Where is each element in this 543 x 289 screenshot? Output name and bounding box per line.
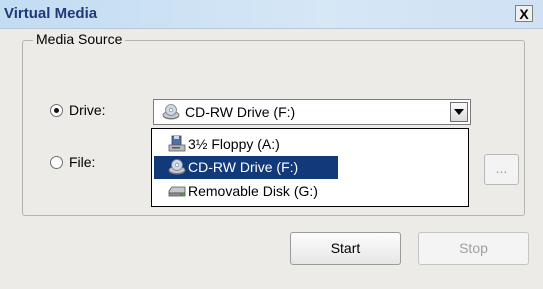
dropdown-arrow-button[interactable] bbox=[450, 102, 468, 122]
dropdown-item-label: 3½ Floppy (A:) bbox=[188, 136, 280, 152]
drive-select[interactable]: CD-RW Drive (F:) bbox=[153, 99, 471, 125]
radio-selected-dot bbox=[54, 108, 59, 113]
window-title: Virtual Media bbox=[4, 5, 98, 22]
dropdown-item-removable[interactable]: Removable Disk (G:) bbox=[154, 180, 338, 203]
chevron-down-icon bbox=[454, 109, 464, 115]
file-radio[interactable] bbox=[50, 156, 63, 169]
close-button[interactable]: X bbox=[515, 5, 533, 22]
drive-radio[interactable] bbox=[50, 104, 63, 117]
file-radio-label[interactable]: File: bbox=[69, 154, 95, 170]
drive-select-value: CD-RW Drive (F:) bbox=[185, 104, 296, 120]
cd-drive-icon bbox=[162, 104, 180, 120]
dropdown-item-label: Removable Disk (G:) bbox=[188, 183, 318, 199]
dropdown-item-floppy[interactable]: 3½ Floppy (A:) bbox=[154, 133, 338, 156]
start-button[interactable]: Start bbox=[290, 232, 401, 265]
drive-radio-label[interactable]: Drive: bbox=[69, 102, 106, 118]
stop-button[interactable]: Stop bbox=[418, 232, 529, 265]
removable-disk-icon bbox=[168, 186, 186, 197]
dropdown-item-cd-rw[interactable]: CD-RW Drive (F:) bbox=[154, 156, 338, 179]
close-icon: X bbox=[519, 5, 529, 22]
cd-drive-icon bbox=[168, 159, 186, 175]
drive-dropdown-list: 3½ Floppy (A:) CD-RW Drive (F:) Removabl… bbox=[151, 128, 469, 207]
media-source-label: Media Source bbox=[33, 31, 126, 47]
floppy-drive-icon bbox=[168, 135, 186, 152]
browse-button[interactable]: ... bbox=[484, 154, 519, 185]
title-bar[interactable]: Virtual Media X bbox=[0, 0, 543, 29]
dropdown-item-label: CD-RW Drive (F:) bbox=[188, 159, 299, 175]
